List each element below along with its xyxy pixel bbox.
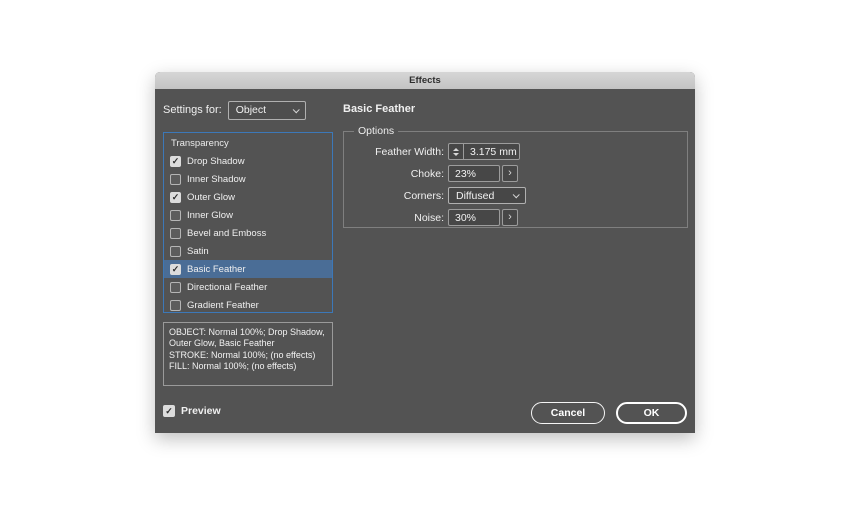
effect-row-label: Directional Feather [187,281,268,293]
corners-label: Corners: [403,189,444,202]
preview-label: Preview [181,405,221,417]
preview-checkbox[interactable]: ✓ [163,405,175,417]
stepper-arrows-icon[interactable] [449,144,464,159]
effect-row-gradient-feather[interactable]: ✓ Gradient Feather [164,296,332,314]
summary-line-stroke: STROKE: Normal 100%; (no effects) [169,349,316,360]
noise-label: Noise: [414,211,444,224]
feather-width-value[interactable]: 3.175 mm [464,146,523,158]
corners-value: Diffused [456,189,495,202]
effect-row-label: Bevel and Emboss [187,227,267,239]
chevron-right-icon: › [508,167,512,179]
chevron-down-icon [512,191,520,199]
dialog-title: Effects [409,75,441,86]
dialog-titlebar[interactable]: Effects [155,72,695,89]
summary-line-object: OBJECT: Normal 100%; Drop Shadow, Outer … [169,327,325,349]
chevron-right-icon: › [508,211,512,223]
bevel-and-emboss-checkbox[interactable]: ✓ [170,227,181,239]
effect-row-label: Gradient Feather [187,299,259,311]
effect-row-basic-feather[interactable]: ✓ Basic Feather [164,260,332,278]
effect-row-bevel-and-emboss[interactable]: ✓ Bevel and Emboss [164,224,332,242]
options-legend: Options [358,125,395,137]
checkmark-icon: ✓ [171,263,180,274]
directional-feather-checkbox[interactable]: ✓ [170,281,181,293]
page-title: Basic Feather [343,103,416,115]
effect-row-outer-glow[interactable]: ✓ Outer Glow [164,188,332,206]
checkmark-icon: ✓ [171,191,180,202]
effect-row-inner-glow[interactable]: ✓ Inner Glow [164,206,332,224]
settings-for-dropdown[interactable]: Object [227,100,306,120]
choke-slider-popout-button[interactable]: › [502,165,518,182]
ok-button[interactable]: OK [616,402,687,424]
checkmark-icon: ✓ [165,405,173,416]
effect-row-label: Drop Shadow [187,155,245,167]
settings-for-row: Settings for: Object [163,100,306,120]
noise-value[interactable]: 30% [449,212,482,224]
corners-row: Corners: Diffused [352,187,679,204]
choke-label: Choke: [410,167,444,180]
settings-for-value: Object [235,104,267,116]
feather-width-field[interactable]: 3.175 mm [448,143,520,160]
gradient-feather-checkbox[interactable]: ✓ [170,299,181,311]
effect-row-label: Inner Glow [187,209,233,221]
effect-row-inner-shadow[interactable]: ✓ Inner Shadow [164,170,332,188]
chevron-down-icon [292,105,300,113]
stepper-down-icon[interactable] [453,152,459,156]
effect-row-directional-feather[interactable]: ✓ Directional Feather [164,278,332,296]
noise-slider-popout-button[interactable]: › [502,209,518,226]
effect-row-drop-shadow[interactable]: ✓ Drop Shadow [164,152,332,170]
basic-feather-checkbox[interactable]: ✓ [170,263,181,275]
outer-glow-checkbox[interactable]: ✓ [170,191,181,203]
feather-width-label: Feather Width: [375,145,444,158]
choke-field[interactable]: 23% [448,165,500,182]
inner-shadow-checkbox[interactable]: ✓ [170,173,181,185]
stepper-up-icon[interactable] [453,147,459,151]
choke-value[interactable]: 23% [449,168,482,180]
noise-field[interactable]: 30% [448,209,500,226]
satin-checkbox[interactable]: ✓ [170,245,181,257]
noise-row: Noise: 30% › [352,209,679,226]
options-group: Options Feather Width: 3.175 mm Choke: 2… [343,125,688,228]
inner-glow-checkbox[interactable]: ✓ [170,209,181,221]
checkmark-icon: ✓ [171,155,180,166]
choke-row: Choke: 23% › [352,165,679,182]
corners-dropdown[interactable]: Diffused [448,187,526,204]
effects-list-header: Transparency [171,138,229,149]
drop-shadow-checkbox[interactable]: ✓ [170,155,181,167]
effect-row-label: Satin [187,245,209,257]
effects-summary-box: OBJECT: Normal 100%; Drop Shadow, Outer … [163,322,333,386]
effects-list: Transparency ✓ Drop Shadow ✓ Inner Shado… [163,132,333,313]
effects-dialog: Effects Settings for: Object Basic Feath… [155,72,695,433]
preview-toggle[interactable]: ✓ Preview [163,405,221,417]
cancel-button[interactable]: Cancel [531,402,605,424]
effect-row-label: Inner Shadow [187,173,246,185]
effect-row-satin[interactable]: ✓ Satin [164,242,332,260]
effect-row-label: Outer Glow [187,191,236,203]
feather-width-row: Feather Width: 3.175 mm [352,143,679,160]
effect-row-label: Basic Feather [187,263,246,275]
settings-for-label: Settings for: [163,104,222,116]
summary-line-fill: FILL: Normal 100%; (no effects) [169,360,297,371]
